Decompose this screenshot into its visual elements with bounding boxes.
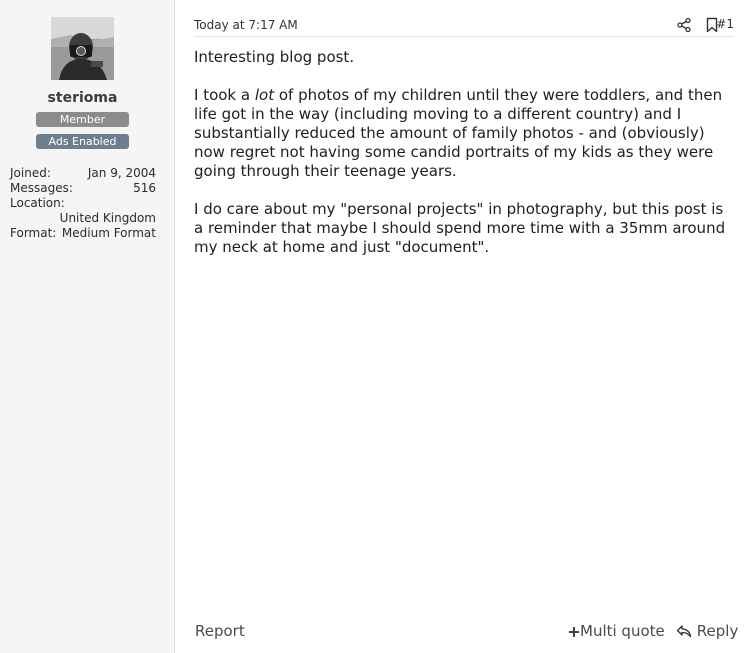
badge-ads-enabled: Ads Enabled — [36, 134, 129, 149]
username[interactable]: sterioma — [0, 90, 165, 106]
multi-quote-button[interactable]: Multi quote — [568, 622, 665, 640]
messages-value[interactable]: 516 — [133, 181, 156, 196]
messages-label: Messages: — [10, 181, 73, 195]
reply-arrow-icon — [676, 625, 692, 638]
post-paragraph-1: Interesting blog post. — [194, 48, 355, 66]
user-sidebar: sterioma Member Ads Enabled Joined: Jan … — [0, 0, 175, 653]
avatar[interactable] — [51, 17, 114, 80]
format-value: Medium Format — [61, 226, 156, 240]
location-value[interactable]: United Kingdom — [60, 211, 156, 226]
user-stat-location: Location: — [10, 196, 156, 211]
paragraph-2-end: of photos of my children until they were… — [194, 86, 723, 180]
report-link[interactable]: Report — [195, 622, 245, 640]
post-header: Today at 7:17 AM #1 — [194, 15, 734, 37]
post-number[interactable]: #1 — [716, 17, 734, 31]
paragraph-2-start: I took a — [194, 86, 255, 104]
location-label: Location: — [10, 196, 65, 210]
multi-quote-label: Multi quote — [580, 622, 665, 640]
user-stat-messages: Messages: 516 — [10, 181, 156, 196]
emphasis-lot: lot — [254, 86, 275, 104]
post-date[interactable]: Today at 7:17 AM — [194, 18, 298, 32]
post-paragraph-2: I took a lot of photos of my children un… — [194, 86, 734, 181]
share-icon[interactable] — [676, 17, 692, 33]
avatar-photo — [51, 17, 114, 80]
post-paragraph-3: I do care about my "personal projects" i… — [194, 200, 726, 256]
joined-label: Joined: — [10, 166, 51, 180]
post-body: Interesting blog post. I took a lot of p… — [194, 48, 734, 276]
post-main: Today at 7:17 AM #1 Interesting blog pos… — [176, 0, 753, 653]
plus-icon — [569, 627, 579, 637]
user-stat-joined: Joined: Jan 9, 2004 — [10, 166, 156, 181]
user-stat-location-value: United Kingdom — [10, 211, 156, 226]
format-label: Format: — [10, 226, 57, 240]
reply-label: Reply — [696, 622, 739, 640]
badge-member: Member — [36, 112, 129, 127]
joined-value: Jan 9, 2004 — [87, 166, 156, 180]
reply-button[interactable]: Reply — [676, 622, 738, 640]
user-stat-format: Format: Medium Format — [10, 226, 156, 241]
post-footer: Report Multi quote Reply — [194, 620, 738, 644]
